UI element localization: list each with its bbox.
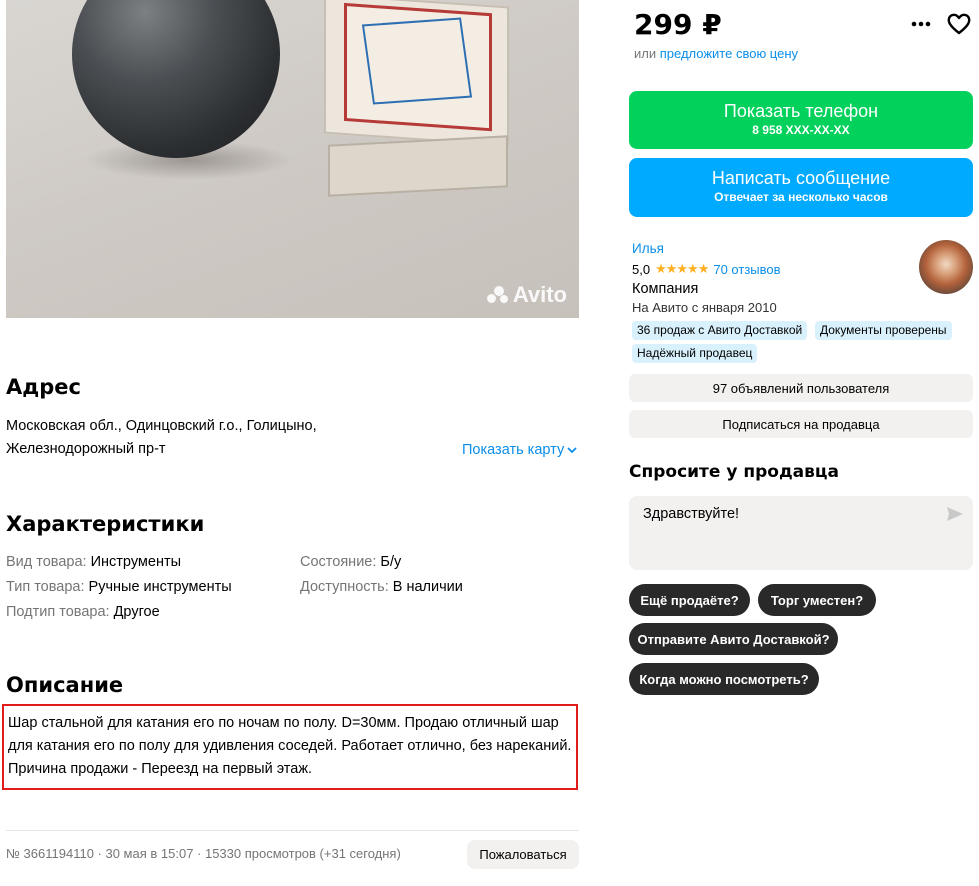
description-text: Шар стальной для катания его по ночам по… bbox=[2, 704, 578, 790]
chevron-down-icon bbox=[567, 447, 577, 454]
badge-delivery-sales: 36 продаж с Авито Доставкой bbox=[632, 321, 808, 340]
char-key: Вид товара: bbox=[6, 554, 87, 570]
seller-type: Компания bbox=[632, 281, 699, 297]
seller-listings-button[interactable]: 97 объявлений пользователя bbox=[629, 374, 973, 402]
subscribe-seller-button[interactable]: Подписаться на продавца bbox=[629, 410, 973, 438]
badge-reliable-seller: Надёжный продавец bbox=[632, 344, 758, 363]
watermark-text: Avito bbox=[512, 282, 567, 307]
char-row: Тип товара: Ручные инструменты bbox=[6, 575, 232, 600]
message-input[interactable]: Здравствуйте! bbox=[629, 496, 973, 570]
description-title: Описание bbox=[6, 673, 124, 697]
price: 299 ₽ bbox=[634, 8, 722, 41]
characteristics-right: Состояние: Б/у Доступность: В наличии bbox=[300, 550, 463, 600]
address-text: Московская обл., Одинцовский г.о., Голиц… bbox=[6, 415, 426, 461]
seller-name-link[interactable]: Илья bbox=[632, 241, 664, 256]
chip-bargain[interactable]: Торг уместен? bbox=[758, 584, 876, 616]
seller-rating: 5,0 ★★★★★ 70 отзывов bbox=[632, 261, 781, 277]
response-time: Отвечает за несколько часов bbox=[714, 190, 888, 204]
char-value: В наличии bbox=[392, 579, 463, 595]
avito-logo-icon bbox=[486, 286, 509, 304]
char-value: Инструменты bbox=[90, 554, 182, 570]
star-icon: ★★★★★ bbox=[655, 261, 709, 276]
listing-meta: № 3661194110 · 30 мая в 15:07 · 15330 пр… bbox=[6, 846, 401, 861]
matchbox-label bbox=[344, 2, 492, 132]
address-line-1: Московская обл., Одинцовский г.о., Голиц… bbox=[6, 418, 317, 434]
suggest-prefix: или bbox=[634, 46, 657, 61]
avito-watermark: Avito bbox=[486, 282, 567, 308]
ask-seller-title: Спросите у продавца bbox=[629, 462, 839, 482]
seller-since: На Авито с января 2010 bbox=[632, 300, 777, 315]
char-key: Тип товара: bbox=[6, 579, 85, 595]
char-key: Доступность: bbox=[300, 579, 389, 595]
phone-number-masked: 8 958 XXX-XX-XX bbox=[752, 123, 850, 137]
heart-icon[interactable] bbox=[946, 12, 972, 36]
write-message-label: Написать сообщение bbox=[711, 168, 891, 188]
char-value: Б/у bbox=[380, 554, 402, 570]
char-row: Вид товара: Инструменты bbox=[6, 550, 232, 575]
show-phone-label: Показать телефон bbox=[723, 101, 879, 121]
more-options-icon[interactable] bbox=[909, 12, 933, 36]
address-title: Адрес bbox=[6, 375, 81, 399]
matchbox-tray bbox=[328, 135, 508, 197]
complain-button[interactable]: Пожаловаться bbox=[467, 840, 579, 869]
char-key: Подтип товара: bbox=[6, 604, 110, 620]
show-map-link[interactable]: Показать карту bbox=[462, 442, 577, 458]
char-key: Состояние: bbox=[300, 554, 377, 570]
characteristics-title: Характеристики bbox=[6, 512, 205, 536]
suggest-price: или предложите свою цену bbox=[634, 46, 798, 61]
chip-still-selling[interactable]: Ещё продаёте? bbox=[629, 584, 750, 616]
matchbox bbox=[324, 0, 509, 147]
char-value: Ручные инструменты bbox=[88, 579, 232, 595]
char-row: Подтип товара: Другое bbox=[6, 600, 232, 625]
char-row: Состояние: Б/у bbox=[300, 550, 463, 575]
listing-photo[interactable]: Avito bbox=[6, 0, 579, 318]
chip-when-view[interactable]: Когда можно посмотреть? bbox=[629, 663, 819, 695]
send-icon[interactable] bbox=[946, 506, 964, 522]
footer-divider bbox=[6, 830, 579, 831]
char-row: Доступность: В наличии bbox=[300, 575, 463, 600]
show-map-label: Показать карту bbox=[462, 442, 565, 458]
badge-documents-verified: Документы проверены bbox=[815, 321, 952, 340]
seller-avatar[interactable] bbox=[919, 240, 973, 294]
write-message-button[interactable]: Написать сообщение Отвечает за несколько… bbox=[629, 158, 973, 217]
suggest-price-link[interactable]: предложите свою цену bbox=[660, 46, 798, 61]
address-line-2: Железнодорожный пр-т bbox=[6, 441, 166, 457]
chip-avito-delivery[interactable]: Отправите Авито Доставкой? bbox=[629, 623, 838, 655]
characteristics-left: Вид товара: Инструменты Тип товара: Ручн… bbox=[6, 550, 232, 625]
steel-ball bbox=[72, 0, 280, 158]
rating-value: 5,0 bbox=[632, 261, 651, 277]
show-phone-button[interactable]: Показать телефон 8 958 XXX-XX-XX bbox=[629, 91, 973, 149]
char-value: Другое bbox=[113, 604, 160, 620]
reviews-link[interactable]: 70 отзывов bbox=[713, 262, 780, 277]
